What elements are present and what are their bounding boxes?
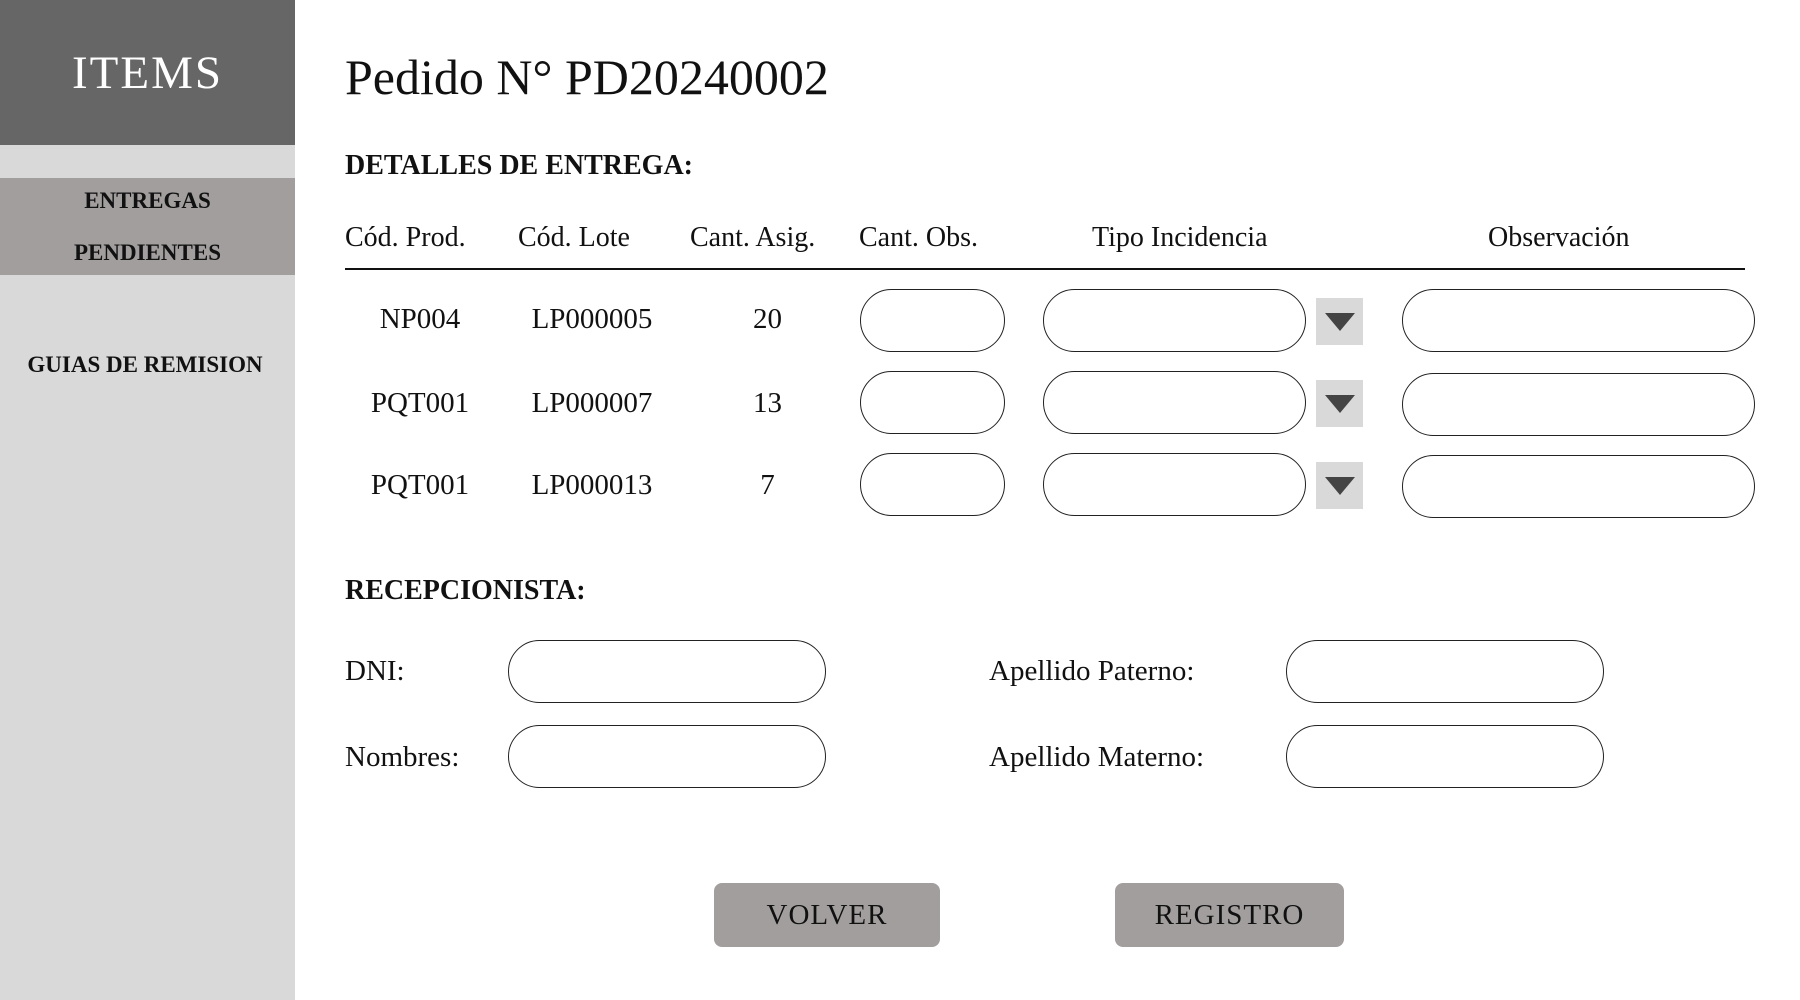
- column-header-cant-asig: Cant. Asig.: [690, 222, 816, 253]
- column-header-cod-prod: Cód. Prod.: [345, 222, 466, 253]
- observacion-input[interactable]: [1402, 373, 1755, 436]
- dropdown-toggle-button[interactable]: [1316, 298, 1363, 345]
- cell-cod-lote: LP000013: [531, 469, 653, 501]
- brand-title: ITEMS: [0, 0, 295, 145]
- sidebar: ITEMS ENTREGAS PENDIENTES GUIAS DE REMIS…: [0, 0, 295, 1000]
- table-header-divider: [345, 268, 1745, 270]
- cant-obs-input[interactable]: [860, 289, 1005, 352]
- caret-down-icon: [1324, 476, 1355, 495]
- cant-obs-input[interactable]: [860, 371, 1005, 434]
- cell-cant-asig: 20: [753, 303, 782, 335]
- cell-cod-lote: LP000007: [531, 387, 653, 419]
- tipo-incidencia-select[interactable]: [1043, 289, 1306, 352]
- cell-cant-asig: 13: [753, 387, 782, 419]
- tipo-incidencia-select[interactable]: [1043, 371, 1306, 434]
- cell-cod-prod: PQT001: [370, 387, 470, 419]
- tipo-incidencia-select[interactable]: [1043, 453, 1306, 516]
- volver-button[interactable]: VOLVER: [714, 883, 940, 947]
- cell-cod-lote: LP000005: [531, 303, 653, 335]
- sidebar-item-entregas-pendientes[interactable]: ENTREGAS PENDIENTES: [0, 178, 295, 275]
- apellido-paterno-label: Apellido Paterno:: [989, 655, 1195, 687]
- dni-label: DNI:: [345, 655, 405, 687]
- column-header-observacion: Observación: [1488, 222, 1630, 253]
- column-header-cod-lote: Cód. Lote: [518, 222, 630, 253]
- apellido-materno-input[interactable]: [1286, 725, 1604, 788]
- registro-button[interactable]: REGISTRO: [1115, 883, 1344, 947]
- dropdown-toggle-button[interactable]: [1316, 462, 1363, 509]
- apellido-materno-label: Apellido Materno:: [989, 741, 1205, 773]
- page-title: Pedido N° PD20240002: [345, 49, 829, 105]
- caret-down-icon: [1324, 394, 1355, 413]
- observacion-input[interactable]: [1402, 455, 1755, 518]
- apellido-paterno-input[interactable]: [1286, 640, 1604, 703]
- sidebar-item-label: PENDIENTES: [74, 239, 221, 265]
- cell-cod-prod: PQT001: [370, 469, 470, 501]
- sidebar-item-label: ENTREGAS: [84, 187, 211, 213]
- cell-cod-prod: NP004: [379, 303, 461, 335]
- dni-input[interactable]: [508, 640, 826, 703]
- nombres-label: Nombres:: [345, 741, 460, 773]
- caret-down-icon: [1324, 312, 1355, 331]
- cell-cant-asig: 7: [760, 469, 775, 501]
- receptionist-section-title: RECEPCIONISTA:: [345, 575, 586, 606]
- dropdown-toggle-button[interactable]: [1316, 380, 1363, 427]
- delivery-section-title: DETALLES DE ENTREGA:: [345, 150, 694, 181]
- observacion-input[interactable]: [1402, 289, 1755, 352]
- column-header-tipo-incidencia: Tipo Incidencia: [1092, 222, 1268, 253]
- cant-obs-input[interactable]: [860, 453, 1005, 516]
- nombres-input[interactable]: [508, 725, 826, 788]
- column-header-cant-obs: Cant. Obs.: [859, 222, 978, 253]
- sidebar-item-guias-de-remision[interactable]: GUIAS DE REMISION: [0, 352, 290, 378]
